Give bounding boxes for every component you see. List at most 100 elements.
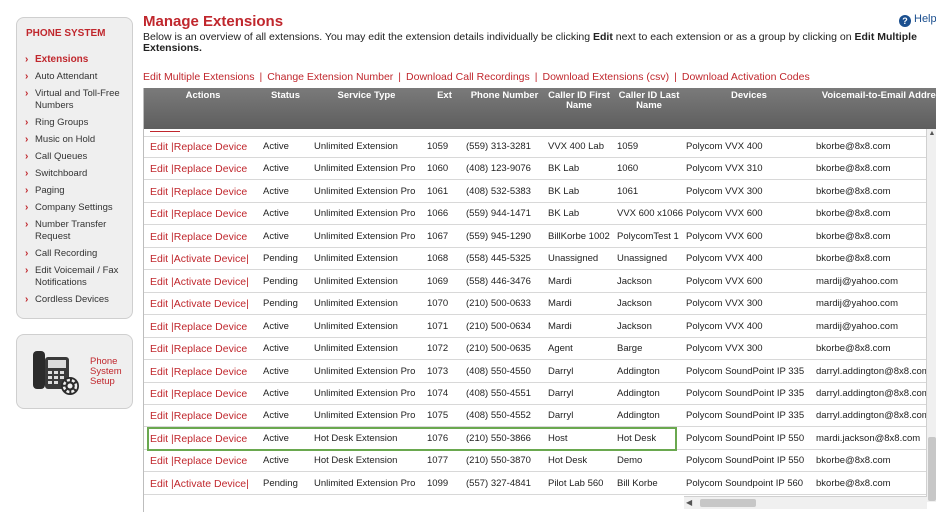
row-actions-link[interactable]: Edit |Replace Device (150, 455, 247, 467)
vertical-scrollbar[interactable]: ▲ (926, 129, 936, 502)
row-actions-link[interactable]: Edit |Replace Device (150, 186, 247, 198)
table-cell: darryl.addington@8x8.com (816, 387, 928, 399)
link-change-extension-number[interactable]: Change Extension Number (267, 71, 393, 83)
row-actions-link[interactable]: Edit |Replace Device (150, 433, 247, 445)
row-actions-link[interactable]: Edit |Replace Device (150, 163, 247, 175)
table-cell: Polycom VVX 600 (686, 208, 763, 220)
column-header[interactable]: Phone Number (465, 91, 544, 101)
sidebar-item-call-recording[interactable]: › Call Recording (25, 248, 128, 260)
horizontal-scroll-thumb[interactable] (700, 499, 756, 507)
row-actions-link[interactable]: Edit |Replace Device (150, 410, 247, 422)
row-actions-link[interactable]: Edit |Replace Device (150, 321, 247, 333)
sidebar-item-auto-attendant[interactable]: › Auto Attendant (25, 71, 128, 83)
scroll-left-icon[interactable]: ◀ (686, 497, 692, 509)
column-header[interactable]: Actions (144, 91, 262, 101)
table-cell: Addington (617, 365, 660, 377)
horizontal-scrollbar[interactable]: ◀ (684, 496, 927, 509)
scroll-up-icon[interactable]: ▲ (927, 129, 936, 139)
sidebar-item-ring-groups[interactable]: › Ring Groups (25, 117, 128, 129)
sidebar-item-cordless-devices[interactable]: › Cordless Devices (25, 294, 128, 306)
table-cell: Active (263, 141, 289, 152)
table-cell: Addington (617, 410, 660, 422)
table-cell: Active (263, 208, 289, 220)
sidebar-item-paging[interactable]: › Paging (25, 185, 128, 197)
column-header[interactable]: Devices (684, 91, 814, 101)
row-actions-link[interactable]: Edit |Activate Device| (150, 276, 249, 288)
phone-system-setup-button[interactable]: Phone System Setup (16, 334, 133, 409)
sidebar-item-label: Cordless Devices (35, 294, 109, 305)
sidebar-item-number-transfer-request[interactable]: › Number Transfer Request (25, 219, 128, 243)
table-cell: mardij@yahoo.com (816, 275, 898, 287)
sidebar: PHONE SYSTEM › Extensions › Auto Attendant ›… (16, 17, 133, 319)
table-row: Edit |Replace Device Active Unlimited Exte… (144, 136, 927, 158)
table-cell: mardij@yahoo.com (816, 320, 898, 332)
link-download-activation-codes[interactable]: Download Activation Codes (682, 71, 810, 83)
table-cell: (210) 500-0633 (466, 298, 531, 310)
row-actions-link[interactable]: Edit |Replace Device (150, 231, 247, 243)
table-cell: 1061 (427, 185, 449, 197)
row-actions-link[interactable]: Edit |Replace Device (150, 366, 247, 378)
column-header[interactable]: Voicemail-to-Email Address (814, 91, 936, 101)
table-row: Edit |Replace Device Active Unlimited Exte… (144, 181, 927, 203)
row-actions-link[interactable]: Edit |Replace Device (150, 141, 247, 153)
table-row: Edit |Replace Device Active Unlimited Exte… (144, 338, 927, 361)
column-header[interactable]: Caller ID First Name (544, 91, 614, 111)
sidebar-item-virtual-and-toll-free-numbers[interactable]: › Virtual and Toll-Free Numbers (25, 88, 128, 112)
table-cell: Unassigned (617, 253, 668, 265)
column-header[interactable]: Status (262, 91, 309, 101)
table-cell: 1071 (427, 320, 449, 332)
link-edit-multiple-extensions[interactable]: Edit Multiple Extensions (143, 71, 254, 83)
column-header[interactable]: Service Type (309, 91, 424, 101)
table-cell: Unlimited Extension Pro (314, 163, 416, 175)
table-cell: Jackson (617, 320, 652, 332)
sidebar-item-company-settings[interactable]: › Company Settings (25, 202, 128, 214)
sidebar-item-edit-voicemail-fax-notifications[interactable]: › Edit Voicemail / Fax Notifications (25, 265, 128, 289)
link-separator: | (674, 71, 677, 83)
link-download-call-recordings[interactable]: Download Call Recordings (406, 71, 530, 83)
table-cell: (559) 313-3281 (466, 141, 531, 152)
page-title: Manage Extensions (143, 13, 284, 30)
table-cell: Polycom SoundPoint IP 550 (686, 455, 805, 467)
table-cell: Polycom SoundPoint IP 335 (686, 387, 805, 399)
row-actions-link[interactable]: Edit |Replace Device (150, 343, 247, 355)
help-link[interactable]: ? Help (899, 13, 936, 27)
column-header[interactable]: Ext (424, 91, 465, 101)
table-cell: Unlimited Extension Pro (314, 208, 416, 220)
table-cell: (408) 123-9076 (466, 163, 531, 175)
row-actions-link[interactable]: Edit |Activate Device| (150, 478, 249, 490)
column-header[interactable]: Caller ID Last Name (614, 91, 684, 111)
sidebar-item-extensions[interactable]: › Extensions (25, 54, 128, 66)
row-actions-link[interactable]: Edit |Activate Device| (150, 298, 249, 310)
sidebar-item-music-on-hold[interactable]: › Music on Hold (25, 134, 128, 146)
table-cell: bkorbe@8x8.com (816, 253, 891, 265)
table-cell: 1073 (427, 365, 449, 377)
table-row: Edit |Replace Device Active Unlimited Exte… (144, 158, 927, 181)
table-cell: Mardi (548, 298, 572, 310)
table-header: Actions Status Service Type Ext Phone Number… (144, 88, 936, 129)
table-cell: 1070 (427, 298, 449, 310)
chevron-right-icon: › (25, 202, 29, 213)
sidebar-item-switchboard[interactable]: › Switchboard (25, 168, 128, 180)
table-cell: 1059 (427, 141, 449, 152)
link-download-extensions-csv[interactable]: Download Extensions (csv) (543, 71, 670, 83)
sidebar-item-call-queues[interactable]: › Call Queues (25, 151, 128, 163)
table-cell: 1069 (427, 275, 449, 287)
table-cell: bkorbe@8x8.com (816, 477, 891, 489)
chevron-right-icon: › (25, 134, 29, 145)
chevron-right-icon: › (25, 54, 29, 65)
table-cell: Active (263, 343, 289, 355)
chevron-right-icon: › (25, 168, 29, 179)
table-cell: Unlimited Extension (314, 343, 398, 355)
table-cell: bkorbe@8x8.com (816, 185, 891, 197)
table-row: Edit |Replace Device Active Unlimited Exte… (144, 383, 928, 405)
table-cell: (558) 445-5325 (466, 253, 531, 265)
row-actions-link[interactable]: Edit |Replace Device (150, 388, 247, 400)
table-cell: Active (263, 320, 289, 332)
table-cell: (408) 550-4551 (466, 387, 531, 399)
table-cell: Polycom VVX 400 (686, 320, 763, 332)
row-actions-link[interactable]: Edit |Activate Device| (150, 253, 249, 265)
table-cell: Unlimited Extension Pro (314, 230, 416, 242)
desc-edit: Edit (593, 31, 613, 43)
row-actions-link[interactable]: Edit |Replace Device (150, 208, 247, 220)
vertical-scroll-thumb[interactable] (928, 437, 936, 501)
